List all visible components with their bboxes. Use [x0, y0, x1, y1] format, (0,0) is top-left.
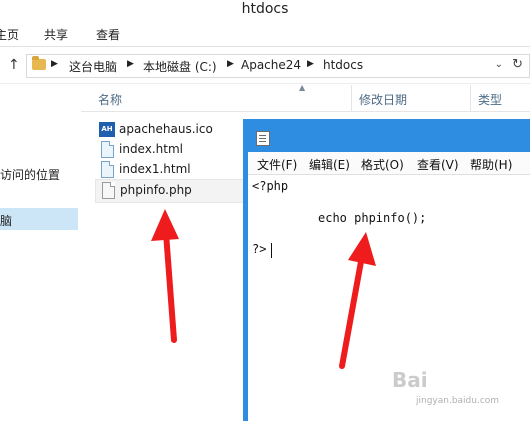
tab-share[interactable]: 共享 [44, 26, 68, 43]
sort-ascending-icon: ▲ [299, 83, 306, 92]
menu-view[interactable]: 查看(V) [417, 156, 459, 173]
nav-item-label: 脑 [0, 214, 13, 228]
breadcrumb-htdocs[interactable]: htdocs [323, 58, 363, 72]
explorer-titlebar: htdocs [0, 0, 530, 20]
notepad-titlebar[interactable] [243, 119, 530, 151]
file-name: index1.html [119, 162, 191, 176]
html-file-icon [101, 141, 114, 158]
tab-home[interactable]: 主页 [0, 26, 19, 43]
ribbon-tabs: 主页 共享 查看 [0, 20, 530, 47]
file-name: apachehaus.ico [119, 122, 213, 136]
text-caret [271, 243, 272, 258]
column-divider[interactable] [351, 85, 352, 111]
column-name[interactable]: 名称 [98, 91, 122, 108]
column-type[interactable]: 类型 [478, 91, 502, 108]
breadcrumb-local-disk[interactable]: 本地磁盘 (C:) [143, 58, 217, 75]
arrow-head [348, 232, 376, 266]
chevron-right-icon[interactable]: ▶ [127, 59, 134, 69]
window-title: htdocs [241, 1, 289, 17]
watermark-logo: Bai [392, 368, 428, 392]
menu-edit[interactable]: 编辑(E) [309, 156, 350, 173]
up-arrow-icon[interactable]: ↑ [8, 57, 20, 73]
php-file-icon [102, 182, 115, 199]
notepad-menubar: 文件(F) 编辑(E) 格式(O) 查看(V) 帮助(H) [248, 152, 530, 175]
notepad-icon [256, 131, 270, 146]
file-name: phpinfo.php [120, 183, 192, 197]
column-modified-date[interactable]: 修改日期 [359, 91, 407, 108]
annotation-arrow [151, 209, 179, 343]
code-line: echo phpinfo(); [318, 211, 427, 225]
breadcrumb-apache24[interactable]: Apache24 [241, 58, 301, 72]
column-header: ▲ 名称 修改日期 类型 [81, 83, 530, 112]
tab-view[interactable]: 查看 [96, 26, 120, 43]
breadcrumb-this-pc[interactable]: 这台电脑 [69, 58, 117, 75]
file-name: index.html [119, 142, 183, 156]
address-row: ↑ ▶ 这台电脑 ▶ 本地磁盘 (C:) ▶ Apache24 ▶ htdocs… [0, 47, 530, 84]
navigation-pane: 访问的位置 脑 [0, 84, 80, 421]
chevron-down-icon[interactable]: ⌄ [495, 59, 503, 70]
nav-item-this-pc[interactable]: 脑 [0, 208, 78, 230]
menu-file[interactable]: 文件(F) [257, 156, 297, 173]
address-bar[interactable]: ▶ 这台电脑 ▶ 本地磁盘 (C:) ▶ Apache24 ▶ htdocs ⌄… [26, 54, 530, 78]
menu-help[interactable]: 帮助(H) [470, 156, 512, 173]
arrow-shaft [163, 230, 177, 343]
code-line: <?php [252, 179, 289, 193]
annotation-arrow [339, 232, 376, 369]
watermark-url: jingyan.baidu.com [416, 396, 500, 406]
chevron-right-icon[interactable]: ▶ [51, 59, 58, 69]
refresh-icon[interactable]: ↻ [512, 57, 523, 72]
notepad-editor[interactable]: <?php echo phpinfo(); ?> [248, 175, 530, 421]
nav-item-recent-places[interactable]: 访问的位置 [0, 166, 60, 183]
arrow-head [151, 209, 179, 241]
arrow-shaft [339, 253, 365, 369]
column-divider[interactable] [470, 85, 471, 111]
code-line: ?> [252, 242, 267, 256]
menu-format[interactable]: 格式(O) [361, 156, 404, 173]
chevron-right-icon[interactable]: ▶ [227, 59, 234, 69]
ico-file-icon: AH [99, 122, 115, 137]
html-file-icon [101, 161, 114, 178]
notepad-window[interactable]: 文件(F) 编辑(E) 格式(O) 查看(V) 帮助(H) <?php echo… [243, 119, 530, 421]
list-item[interactable]: phpinfo.php [95, 179, 247, 203]
chevron-right-icon[interactable]: ▶ [307, 59, 314, 69]
folder-icon [32, 56, 46, 70]
